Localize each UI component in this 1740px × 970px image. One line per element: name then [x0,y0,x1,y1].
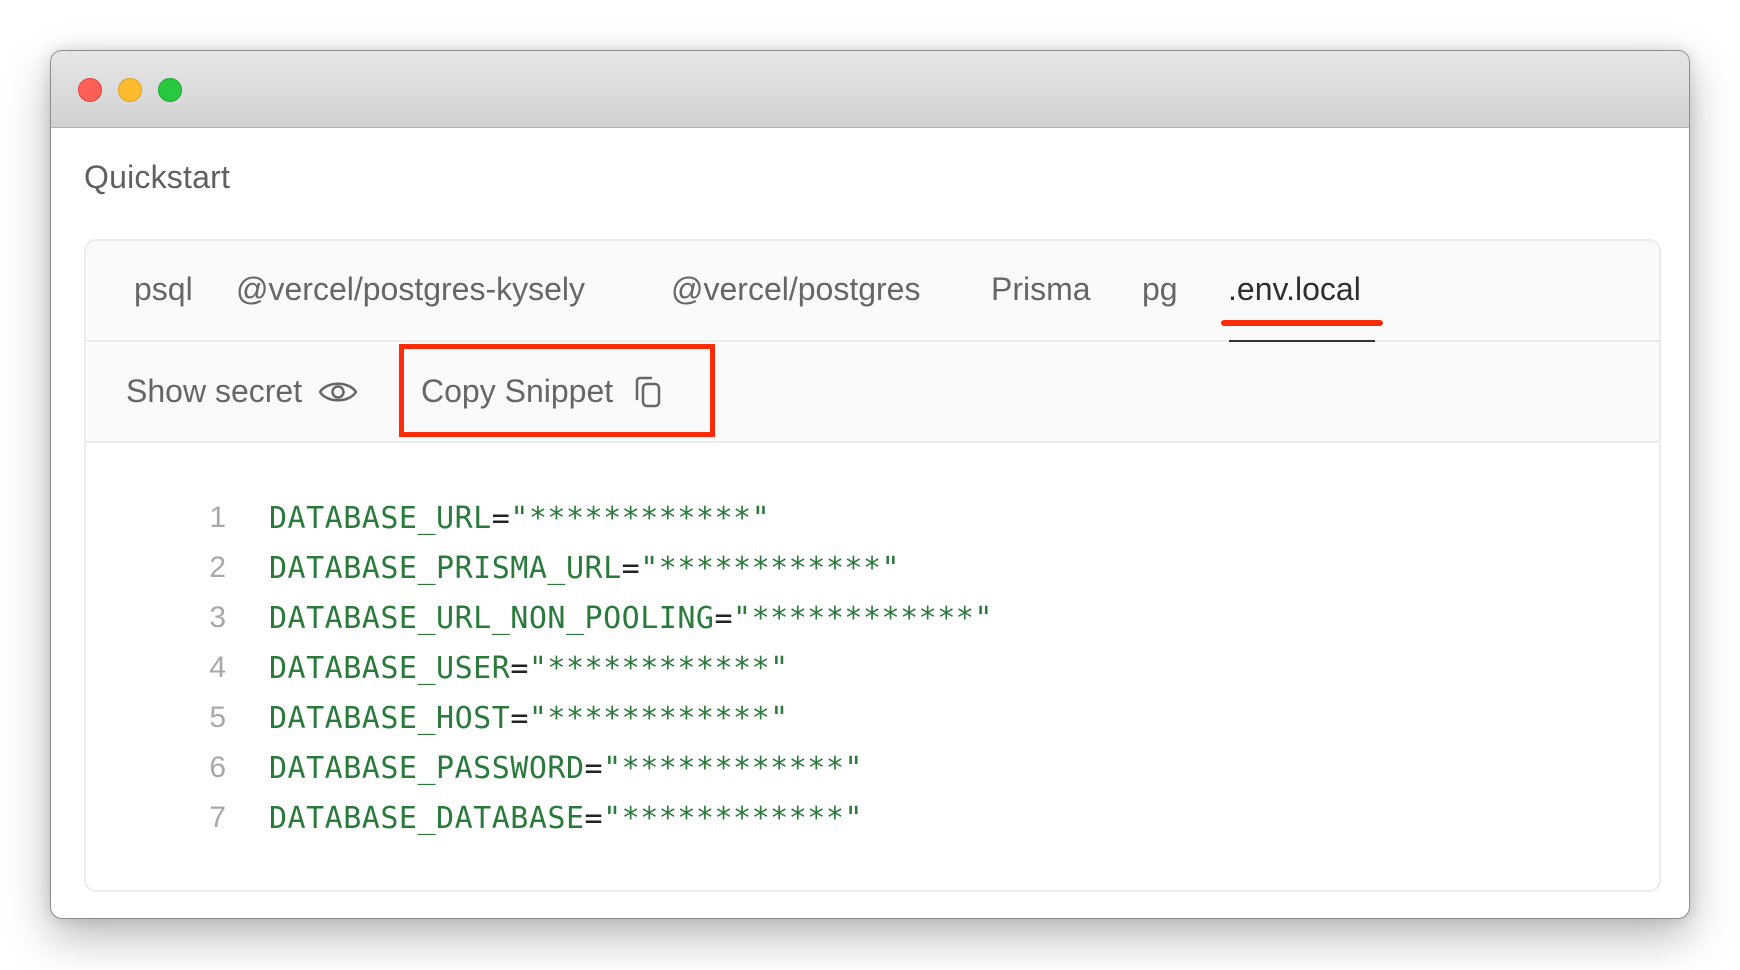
annotation-highlight-box [399,344,715,437]
maximize-window-button[interactable] [158,78,182,102]
env-value: "************" [640,550,901,586]
env-value: "************" [510,500,771,536]
tab-env-local[interactable]: .env.local [1228,271,1361,308]
line-number: 6 [209,751,226,784]
tab-pg[interactable]: pg [1142,271,1178,308]
env-equals: = [621,550,641,586]
env-value: "************" [603,750,863,786]
env-equals: = [714,600,734,636]
env-key: DATABASE_URL_NON_POOLING [269,600,715,636]
env-value: "************" [528,700,789,736]
env-equals: = [584,750,604,786]
line-number: 4 [209,651,226,684]
show-secret-label: Show secret [126,373,303,409]
quickstart-card: psql @vercel/postgres-kysely @vercel/pos… [84,239,1661,892]
line-number: 2 [209,551,226,584]
line-number: 7 [209,801,226,834]
eye-icon [318,378,358,406]
code-line: 5 DATABASE_HOST="************" [86,693,789,743]
code-line: 4 DATABASE_USER="************" [86,643,789,693]
env-key: DATABASE_PRISMA_URL [269,550,622,586]
env-equals: = [584,800,604,836]
tab-psql[interactable]: psql [134,271,193,308]
tab-prisma[interactable]: Prisma [991,271,1091,308]
show-secret-button[interactable]: Show secret [126,342,358,441]
tab-vercel-postgres[interactable]: @vercel/postgres [671,271,920,308]
line-number: 5 [209,701,226,734]
page-title: Quickstart [84,159,231,195]
env-key: DATABASE_USER [269,650,511,686]
env-equals: = [491,500,511,536]
tab-bar: psql @vercel/postgres-kysely @vercel/pos… [86,241,1659,342]
snippet-toolbar: Show secret Copy Snippet [86,342,1659,443]
env-key: DATABASE_DATABASE [269,800,585,836]
env-equals: = [510,650,529,686]
line-number: 3 [209,601,226,634]
code-line: 3 DATABASE_URL_NON_POOLING="************… [86,593,993,643]
code-snippet: 1 DATABASE_URL="************" 2 DATABASE… [86,444,1659,890]
code-line: 6 DATABASE_PASSWORD="************" [86,743,863,793]
env-key: DATABASE_HOST [269,700,511,736]
app-window: Quickstart psql @vercel/postgres-kysely … [50,50,1690,919]
code-line: 2 DATABASE_PRISMA_URL="************" [86,543,900,593]
env-value: "************" [733,600,993,636]
env-value: "************" [528,650,789,686]
line-number: 1 [209,501,226,534]
title-bar [51,51,1689,128]
env-key: DATABASE_URL [269,500,492,536]
close-window-button[interactable] [78,78,102,102]
annotation-underline [1221,320,1383,326]
env-key: DATABASE_PASSWORD [269,750,585,786]
env-value: "************" [603,800,863,836]
tab-vercel-postgres-kysely[interactable]: @vercel/postgres-kysely [236,271,585,308]
code-line: 7 DATABASE_DATABASE="************" [86,793,863,843]
env-equals: = [510,700,529,736]
minimize-window-button[interactable] [118,78,142,102]
code-line: 1 DATABASE_URL="************" [86,493,770,543]
